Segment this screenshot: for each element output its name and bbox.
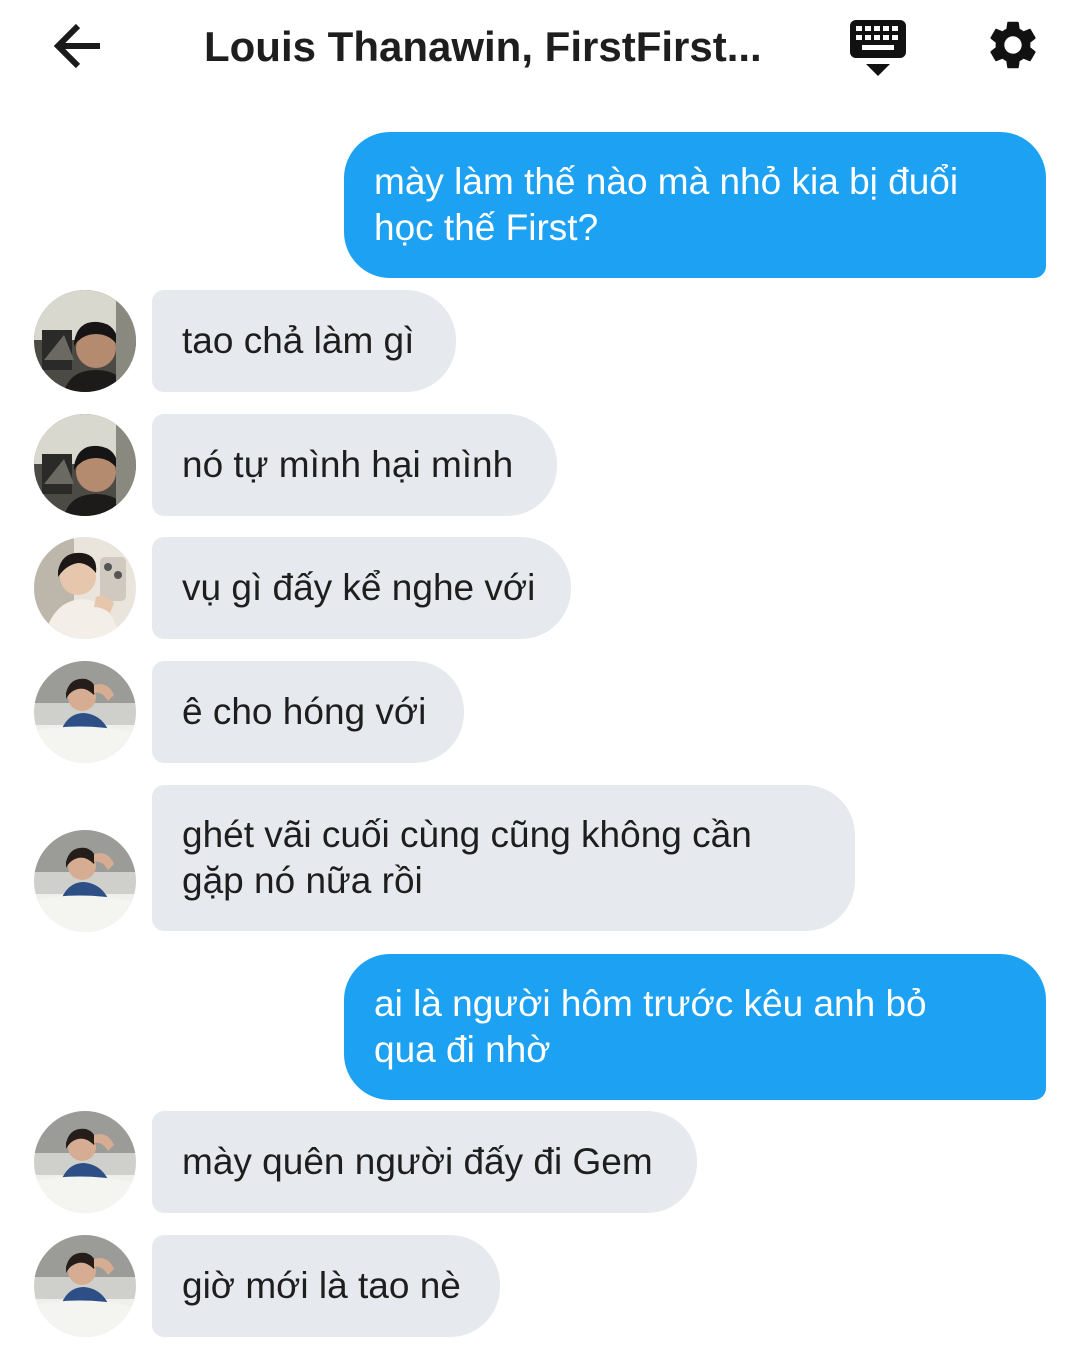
message-text: mày quên người đấy đi Gem [182, 1141, 653, 1182]
keyboard-button[interactable] [848, 16, 908, 80]
back-button[interactable] [48, 16, 110, 78]
message-text: nó tự mình hại mình [182, 444, 514, 485]
avatar-image [34, 414, 136, 516]
conversation-title[interactable]: Louis Thanawin, FirstFirst... [204, 22, 764, 72]
keyboard-icon [850, 20, 906, 76]
arrow-left-icon [53, 23, 100, 69]
avatar-image [34, 1111, 136, 1213]
avatar-image [34, 830, 136, 932]
avatar-image [34, 537, 136, 639]
avatar[interactable] [34, 414, 136, 516]
avatar-image [34, 1235, 136, 1337]
chat-screen: Louis Thanawin, FirstFirst... mày làm th… [0, 0, 1080, 1360]
avatar[interactable] [34, 537, 136, 639]
message-bubble-incoming[interactable]: mày quên người đấy đi Gem [152, 1111, 697, 1213]
message-text: mày làm thế nào mà nhỏ kia bị đuổi học t… [374, 161, 959, 248]
message-bubble-incoming[interactable]: giờ mới là tao nè [152, 1235, 500, 1337]
message-bubble-incoming[interactable]: ghét vãi cuối cùng cũng không cần gặp nó… [152, 785, 855, 931]
avatar[interactable] [34, 830, 136, 932]
settings-button[interactable] [984, 16, 1042, 74]
message-bubble-outgoing[interactable]: ai là người hôm trước kêu anh bỏ qua đi … [344, 954, 1046, 1100]
message-bubble-outgoing[interactable]: mày làm thế nào mà nhỏ kia bị đuổi học t… [344, 132, 1046, 278]
avatar[interactable] [34, 290, 136, 392]
message-bubble-incoming[interactable]: nó tự mình hại mình [152, 414, 557, 516]
avatar[interactable] [34, 1235, 136, 1337]
gear-icon [990, 21, 1036, 69]
avatar-image [34, 661, 136, 763]
avatar[interactable] [34, 1111, 136, 1213]
message-text: ê cho hóng với [182, 691, 427, 732]
avatar[interactable] [34, 661, 136, 763]
avatar-image [34, 290, 136, 392]
message-bubble-incoming[interactable]: vụ gì đấy kể nghe với [152, 537, 571, 639]
message-text: vụ gì đấy kể nghe với [182, 567, 536, 608]
message-bubble-incoming[interactable]: tao chả làm gì [152, 290, 456, 392]
message-text: ghét vãi cuối cùng cũng không cần gặp nó… [182, 814, 752, 901]
message-text: tao chả làm gì [182, 320, 415, 361]
message-bubble-incoming[interactable]: ê cho hóng với [152, 661, 464, 763]
message-text: giờ mới là tao nè [182, 1265, 461, 1306]
chat-header: Louis Thanawin, FirstFirst... [0, 0, 1080, 96]
message-text: ai là người hôm trước kêu anh bỏ qua đi … [374, 983, 927, 1070]
